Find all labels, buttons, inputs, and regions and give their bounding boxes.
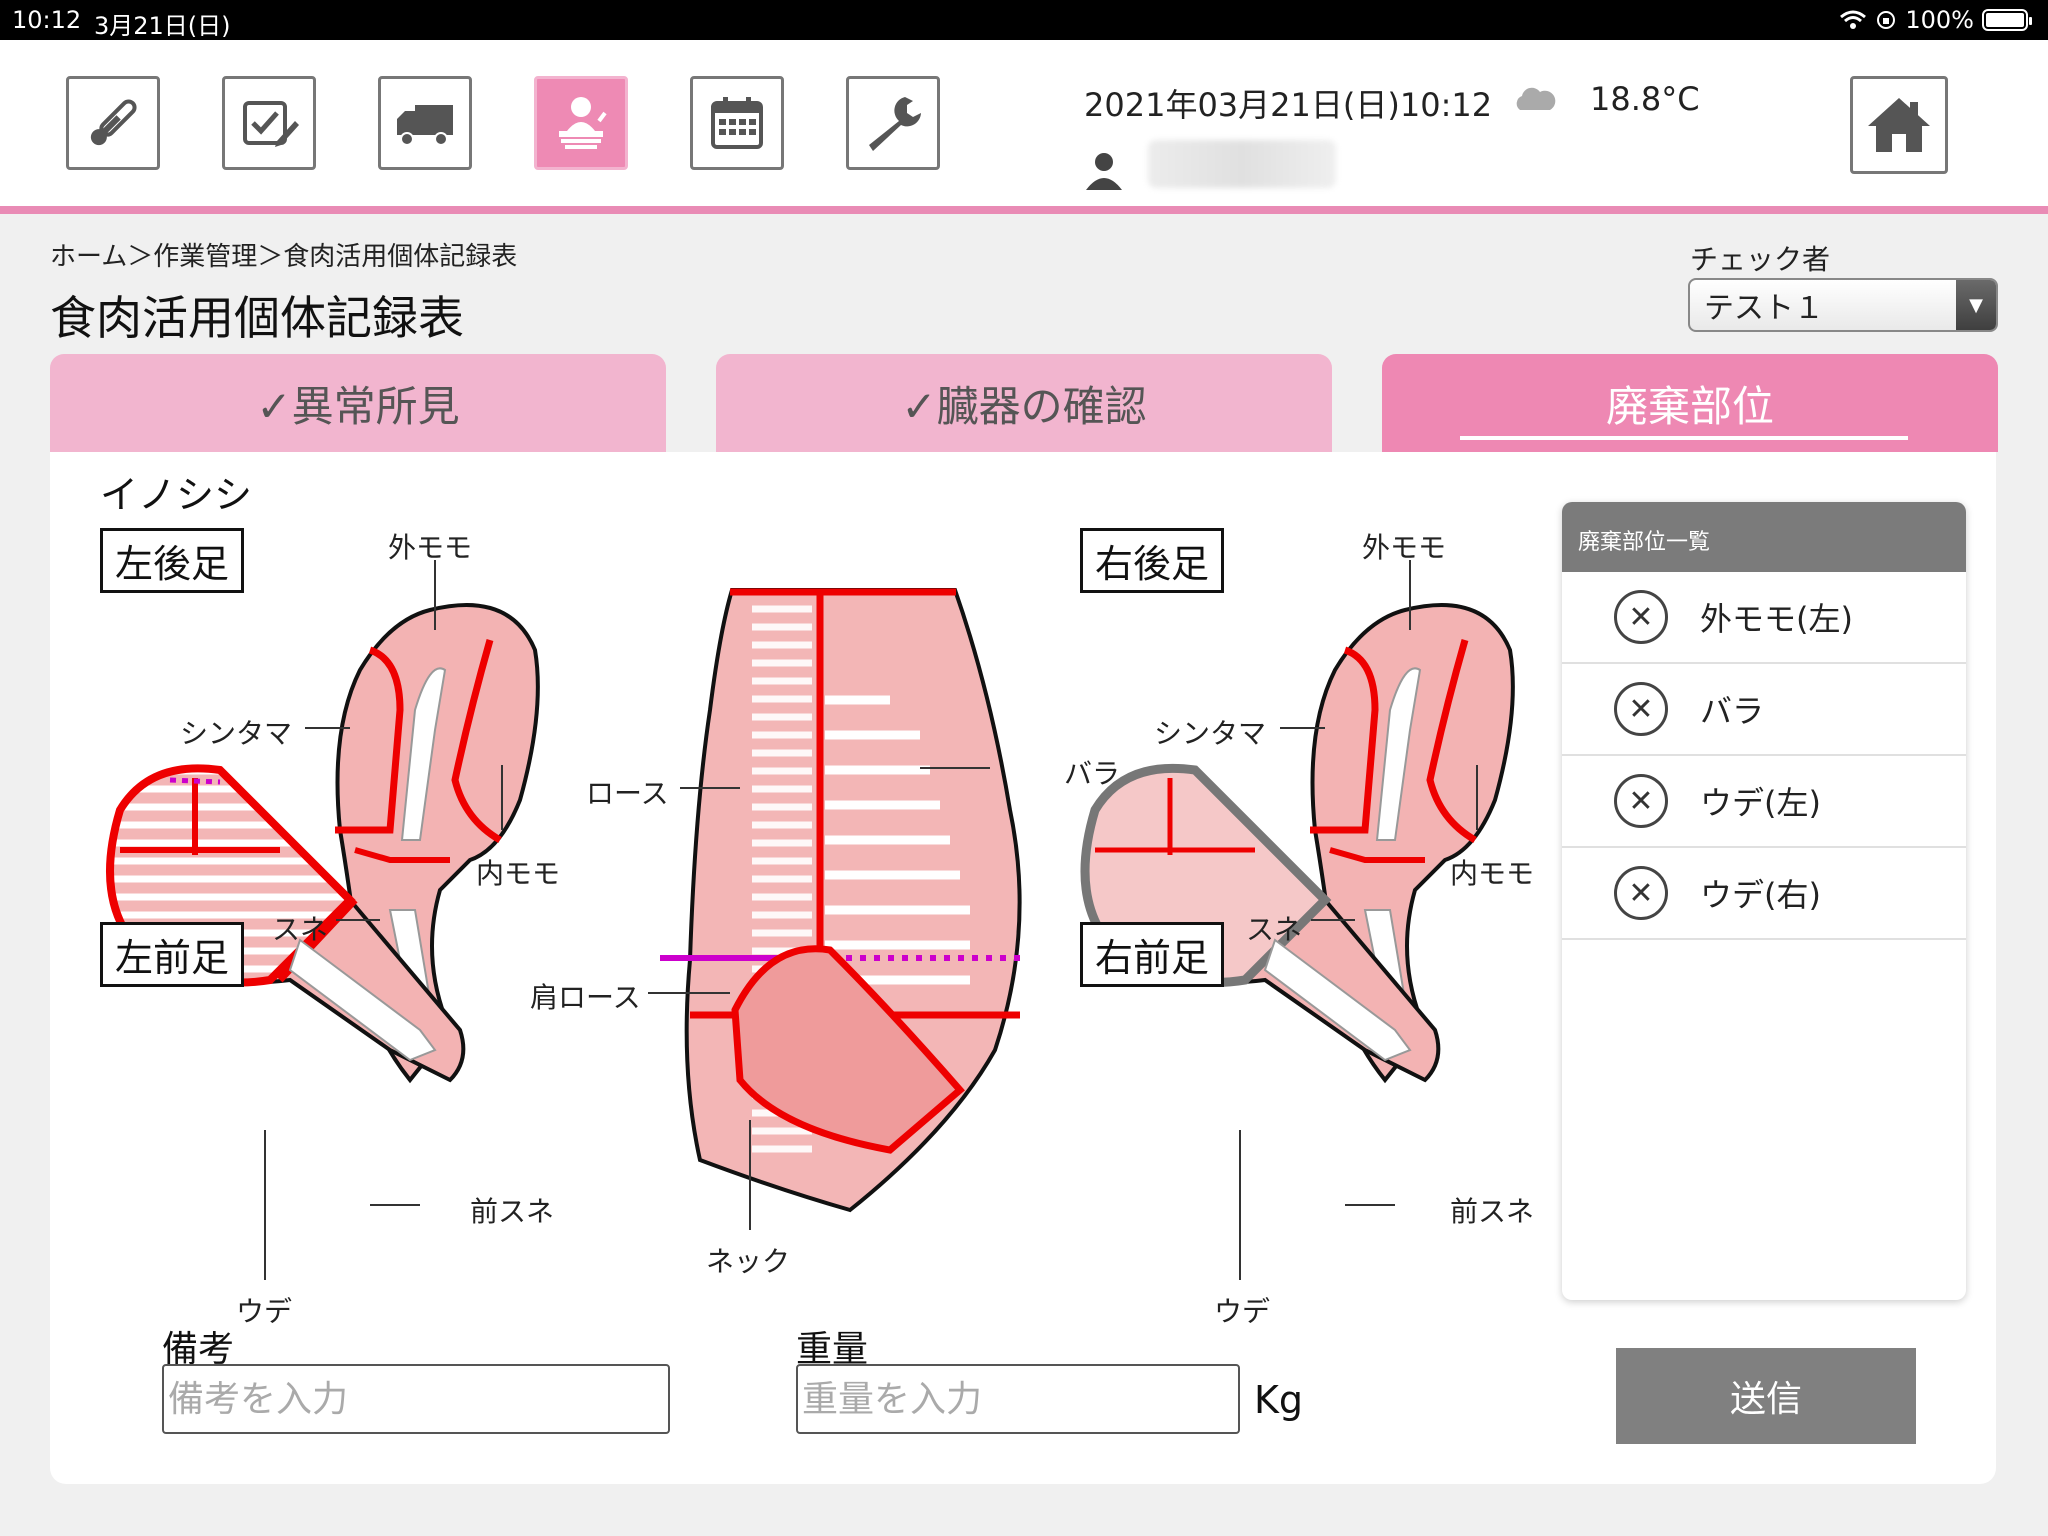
part-mae-sune-left: 前スネ xyxy=(470,1195,555,1228)
waste-part-list: 廃棄部位一覧 ✕ 外モモ(左) ✕ バラ ✕ ウデ(左) ✕ ウデ(右) xyxy=(1562,502,1966,1300)
worker-icon xyxy=(559,97,607,149)
waste-item-name: 外モモ(左) xyxy=(1700,600,1853,638)
nav-thermometer-button[interactable] xyxy=(66,76,160,170)
remarks-input[interactable] xyxy=(162,1364,670,1434)
tab-label: ✓異常所見 xyxy=(256,381,460,431)
nav-wrench-button[interactable] xyxy=(846,76,940,170)
label-right-fore: 右前足 xyxy=(1080,922,1225,987)
nav-truck-button[interactable] xyxy=(378,76,472,170)
app-header: 2021年03月21日(日)10:12 18.8°C xyxy=(0,40,2048,206)
checker-select[interactable]: テスト１ ▼ xyxy=(1688,278,1998,332)
orientation-lock-icon xyxy=(1877,11,1896,29)
wifi-icon xyxy=(1840,10,1867,29)
calendar-icon xyxy=(711,97,763,149)
waste-item-name: ウデ(右) xyxy=(1700,876,1821,914)
checker-select-value: テスト１ xyxy=(1704,291,1824,326)
nav-calendar-button[interactable] xyxy=(690,76,784,170)
part-soto-momo-right: 外モモ xyxy=(1362,531,1447,564)
active-tab-indicator xyxy=(1460,436,1908,440)
waste-item-name: バラ xyxy=(1700,692,1765,730)
status-date: 3月21日(日) xyxy=(94,12,231,40)
waste-list-title: 廃棄部位一覧 xyxy=(1562,502,1966,572)
tab-label: ✓臓器の確認 xyxy=(901,381,1147,431)
breadcrumb: ホーム＞作業管理＞食肉活用個体記録表 xyxy=(50,242,518,272)
part-kata-roast: 肩ロース xyxy=(530,981,641,1014)
user-icon xyxy=(1086,153,1122,190)
battery-percent: 100% xyxy=(1905,6,1974,34)
header-datetime: 2021年03月21日(日)10:12 xyxy=(1084,86,1493,124)
part-neck: ネック xyxy=(706,1245,791,1278)
tab-organ-check[interactable]: ✓臓器の確認 xyxy=(716,354,1332,452)
chevron-down-icon: ▼ xyxy=(1956,280,1996,330)
header-divider xyxy=(0,206,2048,214)
label-right-hind: 右後足 xyxy=(1080,528,1225,593)
tab-waste-parts[interactable]: 廃棄部位 xyxy=(1382,354,1998,452)
part-ude-left: ウデ xyxy=(236,1295,293,1328)
user-name-redacted xyxy=(1148,140,1336,188)
home-button[interactable] xyxy=(1850,76,1948,174)
list-item: ✕ バラ xyxy=(1562,664,1966,756)
part-shintama-right: シンタマ xyxy=(1154,717,1267,750)
part-uchi-momo-right: 内モモ xyxy=(1450,857,1535,890)
part-ude-right: ウデ xyxy=(1214,1295,1271,1328)
wrench-icon xyxy=(869,97,921,151)
tab-label: 廃棄部位 xyxy=(1605,381,1774,431)
page-title: 食肉活用個体記録表 xyxy=(50,291,464,345)
weight-unit: Kg xyxy=(1254,1378,1304,1422)
truck-icon xyxy=(397,105,453,146)
home-icon xyxy=(1868,98,1930,152)
nav-worker-button[interactable] xyxy=(534,76,628,170)
part-uchi-momo-left: 内モモ xyxy=(476,857,561,890)
submit-button[interactable]: 送信 xyxy=(1616,1348,1916,1444)
list-item: ✕ ウデ(右) xyxy=(1562,848,1966,940)
cloud-icon xyxy=(1516,87,1556,110)
remove-icon[interactable]: ✕ xyxy=(1614,866,1668,920)
waste-item-name: ウデ(左) xyxy=(1700,784,1821,822)
checker-label: チェック者 xyxy=(1690,243,1831,276)
part-mae-sune-right: 前スネ xyxy=(1450,1195,1535,1228)
remove-icon[interactable]: ✕ xyxy=(1614,682,1668,736)
part-shintama-left: シンタマ xyxy=(180,717,293,750)
checklist-icon xyxy=(243,101,299,147)
part-roast: ロース xyxy=(586,777,669,810)
remove-icon[interactable]: ✕ xyxy=(1614,774,1668,828)
header-temperature: 18.8°C xyxy=(1590,80,1700,118)
list-item: ✕ 外モモ(左) xyxy=(1562,572,1966,664)
part-bara: バラ xyxy=(1064,757,1121,790)
label-left-fore: 左前足 xyxy=(100,922,245,987)
nav-checklist-button[interactable] xyxy=(222,76,316,170)
status-time: 10:12 xyxy=(12,6,82,34)
battery-icon xyxy=(1982,9,2032,31)
list-item: ✕ ウデ(左) xyxy=(1562,756,1966,848)
status-bar: 10:12 3月21日(日) 100% xyxy=(0,0,2048,40)
part-sune-left: スネ xyxy=(272,913,329,946)
part-sune-right: スネ xyxy=(1246,913,1303,946)
weight-input[interactable] xyxy=(796,1364,1240,1434)
status-right: 100% xyxy=(1839,6,2032,34)
remove-icon[interactable]: ✕ xyxy=(1614,590,1668,644)
tab-abnormal-findings[interactable]: ✓異常所見 xyxy=(50,354,666,452)
body-cut[interactable] xyxy=(660,588,1022,1213)
thermometer-icon xyxy=(90,99,137,146)
label-left-hind: 左後足 xyxy=(100,528,245,593)
part-soto-momo-left: 外モモ xyxy=(388,531,473,564)
